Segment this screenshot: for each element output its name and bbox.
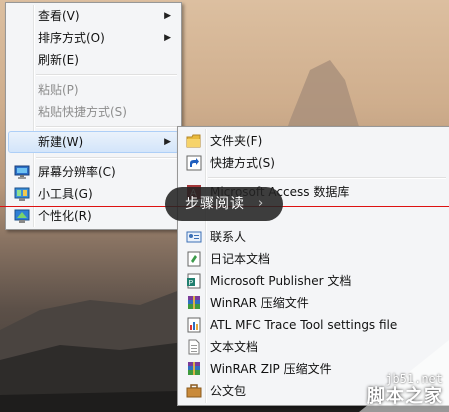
submenu-item-shortcut[interactable]: 快捷方式(S): [180, 152, 448, 174]
menu-item-gadgets[interactable]: 小工具(G): [8, 183, 179, 205]
step-reading-button[interactable]: 步骤阅读 ›: [165, 187, 283, 221]
submenu-item-journal[interactable]: 日记本文档: [180, 248, 448, 270]
winrar-zip-icon: [186, 361, 202, 377]
submenu-item-contact[interactable]: 联系人: [180, 226, 448, 248]
submenu-arrow-icon: ▶: [164, 137, 171, 147]
menu-item-refresh[interactable]: 刷新(E): [8, 49, 179, 71]
submenu-item-winrar[interactable]: WinRAR 压缩文件: [180, 292, 448, 314]
chevron-right-icon: ›: [258, 196, 264, 211]
menu-item-sort-by[interactable]: 排序方式(O) ▶: [8, 27, 179, 49]
gadgets-icon: [14, 186, 30, 202]
menu-item-new[interactable]: 新建(W) ▶: [8, 131, 179, 153]
menu-item-view[interactable]: 查看(V) ▶: [8, 5, 179, 27]
submenu-item-folder[interactable]: 文件夹(F): [180, 130, 448, 152]
journal-icon: [186, 251, 202, 267]
menu-item-paste-shortcut[interactable]: 粘贴快捷方式(S): [8, 101, 179, 123]
site-watermark: jb51.net 脚本之家: [339, 340, 449, 412]
screen-resolution-icon: [14, 164, 30, 180]
contact-icon: [186, 229, 202, 245]
submenu-arrow-icon: ▶: [164, 11, 171, 21]
atl-trace-icon: [186, 317, 202, 333]
briefcase-icon: [186, 383, 202, 399]
menu-separator: [36, 126, 177, 128]
watermark-name: 脚本之家: [367, 386, 443, 407]
svg-text:P: P: [189, 280, 194, 287]
menu-item-personalize[interactable]: 个性化(R): [8, 205, 179, 227]
text-document-icon: [186, 339, 202, 355]
submenu-arrow-icon: ▶: [164, 33, 171, 43]
shortcut-icon: [186, 155, 202, 171]
personalize-icon: [14, 208, 30, 224]
submenu-item-publisher[interactable]: P Microsoft Publisher 文档: [180, 270, 448, 292]
desktop-context-menu: 查看(V) ▶ 排序方式(O) ▶ 刷新(E) 粘贴(P) 粘贴快捷方式(S) …: [5, 2, 182, 230]
publisher-icon: P: [186, 273, 202, 289]
menu-separator: [208, 177, 446, 179]
submenu-item-atl-trace[interactable]: ATL MFC Trace Tool settings file: [180, 314, 448, 336]
menu-separator: [36, 74, 177, 76]
winrar-icon: [186, 295, 202, 311]
menu-separator: [36, 157, 177, 159]
menu-item-screen-resolution[interactable]: 屏幕分辨率(C): [8, 161, 179, 183]
menu-item-paste[interactable]: 粘贴(P): [8, 79, 179, 101]
folder-icon: [186, 133, 202, 149]
